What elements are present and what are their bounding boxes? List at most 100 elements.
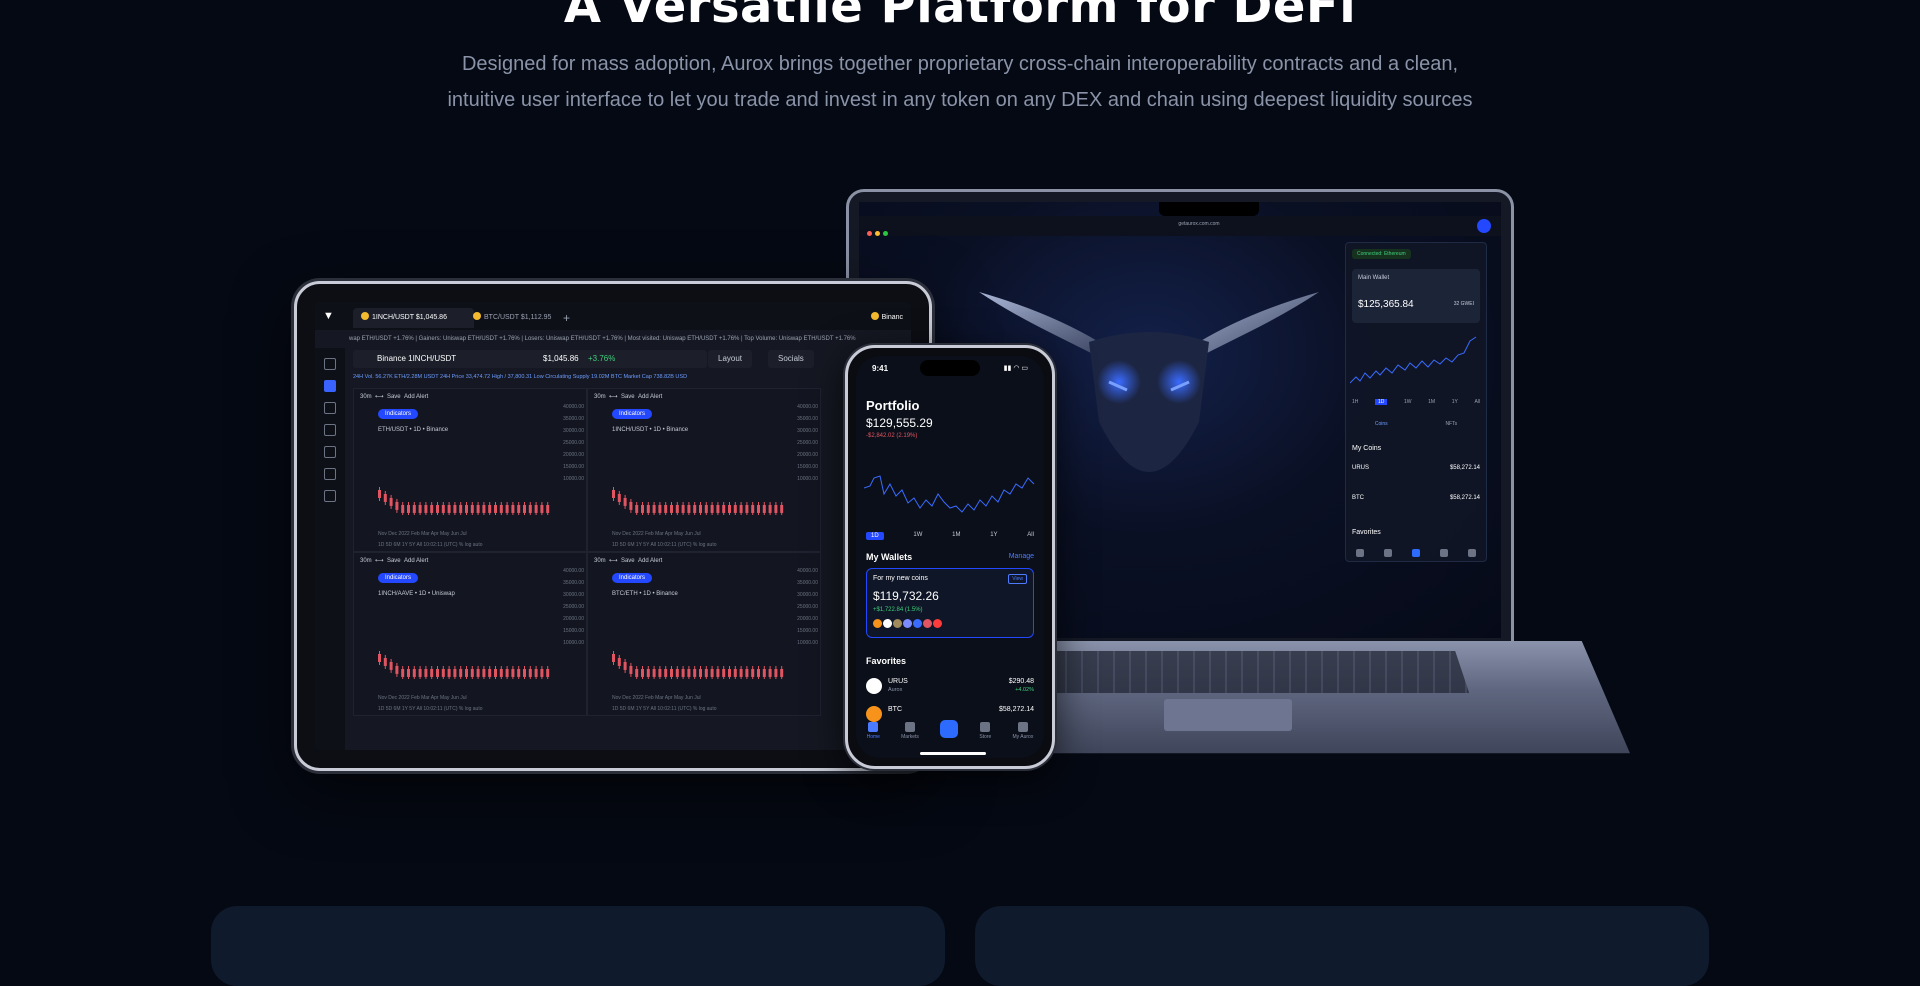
timeframe-option[interactable]: 1Y [990, 532, 997, 540]
timeframe-option[interactable]: 1W [1404, 399, 1412, 405]
tab-active-pair[interactable]: 1INCH/USDT $1,045.86 [353, 308, 474, 328]
wallets-header: My Wallets Manage [866, 552, 1034, 562]
timeframe-option[interactable]: 1M [1428, 399, 1435, 405]
tab-nfts[interactable]: NFTs [1445, 421, 1457, 427]
document-icon[interactable] [324, 490, 336, 502]
coin-icon [361, 312, 369, 320]
candle-body [459, 505, 463, 513]
candle-body [389, 661, 393, 670]
socials-dropdown[interactable]: Socials [768, 350, 814, 368]
chart-panel[interactable]: 30m ⟷ Save Add Alert Indicators ETH/USDT… [353, 388, 587, 552]
nav-my-aurox[interactable]: My Aurox [1012, 722, 1033, 748]
indicators-button[interactable]: Indicators [378, 573, 419, 583]
candle-body [751, 669, 755, 677]
candle-body [739, 669, 743, 677]
timeframe-option[interactable]: All [1027, 532, 1034, 540]
tab-coins[interactable]: Coins [1375, 421, 1388, 427]
axis-tick: 25000.00 [563, 440, 584, 446]
candle-body [687, 505, 691, 513]
layout-dropdown[interactable]: Layout [708, 350, 753, 368]
candle-body [693, 669, 697, 677]
candle-body [629, 665, 633, 674]
indicators-button[interactable]: Indicators [378, 409, 419, 419]
axis-tick: 20000.00 [563, 452, 584, 458]
range-bar: 1D 5D 6M 1Y 5Y All 10:02:11 (UTC) % log … [612, 706, 717, 712]
timeframe-option[interactable]: 1W [913, 532, 922, 540]
tab-right-pair[interactable]: Binanc [863, 308, 911, 328]
timeframe-option[interactable]: 1Y [1452, 399, 1458, 405]
chart-pair-label: 1INCH/AAVE • 1D • Uniswap [378, 591, 455, 597]
candle-body [447, 505, 451, 513]
manage-link[interactable]: Manage [1009, 553, 1034, 560]
timeframe-option[interactable]: 1H [1352, 399, 1358, 405]
timeframe-option[interactable]: 1D [866, 532, 884, 540]
view-button[interactable]: View [1008, 574, 1027, 584]
browser-url: getaurox.com.com [1178, 221, 1220, 227]
timeframe-option[interactable]: 1M [952, 532, 960, 540]
tab-second-pair[interactable]: BTC/USDT $1,112.95 [465, 308, 561, 328]
nav-home[interactable]: Home [867, 722, 880, 748]
indicators-button[interactable]: Indicators [612, 409, 653, 419]
home-icon[interactable] [1356, 549, 1364, 557]
globe-icon[interactable] [324, 468, 336, 480]
candle-body [780, 669, 784, 677]
wallet-value: $125,365.84 [1358, 299, 1414, 310]
candle-body [546, 669, 550, 677]
nav-markets[interactable]: Markets [901, 722, 919, 748]
wallet-change: +$1,722.84 (1.5%) [873, 607, 923, 613]
candle-body [623, 661, 627, 670]
axis-tick: 35000.00 [797, 416, 818, 422]
time-axis: Nov Dec 2022 Feb Mar Apr May Jun Jul [378, 531, 467, 537]
store-icon[interactable] [1440, 549, 1448, 557]
candle-body [436, 505, 439, 513]
hero-subtitle: Designed for mass adoption, Aurox brings… [410, 46, 1510, 118]
candle-body [378, 490, 381, 498]
phone-mockup: 9:41 ▮▮ ◠ ▭ Portfolio $129,555.29 -$2,84… [845, 345, 1055, 769]
timeframe-option[interactable]: All [1474, 399, 1480, 405]
chart-panel[interactable]: 30m ⟷ Save Add Alert Indicators BTC/ETH … [587, 552, 821, 716]
charts-icon[interactable] [324, 380, 336, 392]
coin-icon [883, 619, 892, 628]
nav-store[interactable]: Store [979, 722, 991, 748]
nav-swap[interactable] [940, 720, 959, 748]
chart-toolbar: 30m ⟷ Save Add Alert [360, 558, 429, 564]
swap-icon[interactable] [1412, 549, 1420, 557]
coin-row[interactable]: BTC $58,272.14 [1352, 495, 1480, 501]
indicators-button[interactable]: Indicators [612, 573, 653, 583]
chart-pair-label: BTC/ETH • 1D • Binance [612, 591, 678, 597]
coin-icon [873, 619, 882, 628]
candle-body [494, 505, 497, 513]
candle-body [528, 505, 532, 513]
bottom-nav [1346, 549, 1486, 557]
markets-icon[interactable] [1384, 549, 1392, 557]
network-badge[interactable]: Connected: Ethereum [1352, 249, 1411, 259]
shield-icon[interactable] [324, 446, 336, 458]
wallet-card[interactable]: Main Wallet $125,365.84 32 GWEI [1352, 269, 1480, 323]
home-icon[interactable] [324, 358, 336, 370]
candle-body [658, 669, 662, 677]
list-icon[interactable] [324, 402, 336, 414]
book-icon[interactable] [324, 424, 336, 436]
store-icon [980, 722, 991, 732]
market-ticker: wap ETH/USDT +1.76% | Gainers: Uniswap E… [349, 336, 856, 342]
timeframe-option[interactable]: 1D [1375, 399, 1388, 405]
candle-body [534, 669, 538, 677]
bottom-nav: Home Markets Store My Aurox [856, 720, 1044, 748]
axis-tick: 35000.00 [563, 416, 584, 422]
candle-body [635, 669, 639, 677]
add-tab-button[interactable]: + [555, 308, 578, 328]
settings-icon[interactable] [1468, 549, 1476, 557]
candle-body [670, 505, 673, 513]
wallet-card[interactable]: For my new coins View $119,732.26 +$1,72… [866, 568, 1034, 638]
browser-bar: getaurox.com.com [859, 216, 1501, 236]
search-input[interactable]: Binance 1INCH/USDT $1,045.86 +3.76% [353, 350, 707, 368]
time-axis: Nov Dec 2022 Feb Mar Apr May Jun Jul [612, 531, 701, 537]
favorites-heading: Favorites [866, 656, 907, 666]
candle-body [716, 669, 720, 677]
candle-body [739, 505, 743, 513]
axis-tick: 40000.00 [563, 568, 584, 574]
chart-panel[interactable]: 30m ⟷ Save Add Alert Indicators 1INCH/US… [587, 388, 821, 552]
coin-change: +4.02% [1015, 687, 1034, 693]
chart-panel[interactable]: 30m ⟷ Save Add Alert Indicators 1INCH/AA… [353, 552, 587, 716]
coin-row[interactable]: URUS $58,272.14 [1352, 465, 1480, 471]
